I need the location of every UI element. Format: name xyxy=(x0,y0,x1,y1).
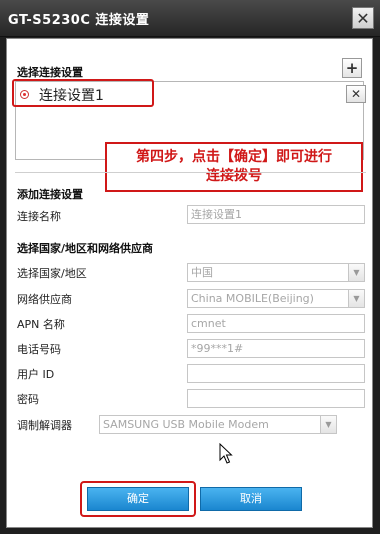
country-value: 中国 xyxy=(191,266,213,279)
highlight-box-connection xyxy=(12,79,154,107)
apn-field[interactable]: cmnet xyxy=(187,314,365,333)
dropdown-arrow-icon[interactable]: ▼ xyxy=(320,416,336,433)
title-bar: GT-S5230C 连接设置 ✕ xyxy=(0,0,380,37)
provider-label: 网络供应商 xyxy=(17,293,72,306)
connection-settings-dialog: GT-S5230C 连接设置 ✕ 选择连接设置 + 连接设置1 ✕ 第四步，点击… xyxy=(0,0,380,534)
apn-label: APN 名称 xyxy=(17,318,65,331)
window-title: GT-S5230C 连接设置 xyxy=(8,13,150,28)
delete-connection-button[interactable]: ✕ xyxy=(346,85,366,103)
divider xyxy=(15,172,366,173)
provider-value: China MOBILE(Beijing) xyxy=(191,292,314,305)
add-connection-button[interactable]: + xyxy=(342,58,362,78)
phone-label: 电话号码 xyxy=(17,343,61,356)
dialog-body: 选择连接设置 + 连接设置1 ✕ 第四步，点击【确定】即可进行 连接拨号 添加连… xyxy=(6,38,373,528)
annotation-line2: 连接拨号 xyxy=(206,168,262,184)
connection-name-label: 连接名称 xyxy=(17,210,61,223)
close-button[interactable]: ✕ xyxy=(352,7,374,29)
password-label: 密码 xyxy=(17,393,39,406)
modem-value: SAMSUNG USB Mobile Modem xyxy=(103,418,269,431)
password-field[interactable] xyxy=(187,389,365,408)
modem-select[interactable]: SAMSUNG USB Mobile Modem ▼ xyxy=(99,415,337,434)
annotation-line1: 第四步，点击【确定】即可进行 xyxy=(136,149,332,165)
dropdown-arrow-icon[interactable]: ▼ xyxy=(348,290,364,307)
userid-label: 用户 ID xyxy=(17,368,55,381)
connection-name-field[interactable]: 连接设置1 xyxy=(187,205,365,224)
mouse-cursor-icon xyxy=(219,443,233,464)
add-connection-header: 添加连接设置 xyxy=(17,188,83,201)
country-label: 选择国家/地区 xyxy=(17,267,87,280)
highlight-box-ok xyxy=(80,481,196,517)
country-provider-header: 选择国家/地区和网络供应商 xyxy=(17,242,154,255)
country-select[interactable]: 中国 ▼ xyxy=(187,263,365,282)
dropdown-arrow-icon[interactable]: ▼ xyxy=(348,264,364,281)
userid-field[interactable] xyxy=(187,364,365,383)
provider-select[interactable]: China MOBILE(Beijing) ▼ xyxy=(187,289,365,308)
cancel-button[interactable]: 取消 xyxy=(200,487,302,511)
modem-label: 调制解调器 xyxy=(17,419,72,432)
connection-section-header: 选择连接设置 xyxy=(17,66,83,79)
instruction-annotation: 第四步，点击【确定】即可进行 连接拨号 xyxy=(105,142,363,192)
phone-field[interactable]: *99***1# xyxy=(187,339,365,358)
